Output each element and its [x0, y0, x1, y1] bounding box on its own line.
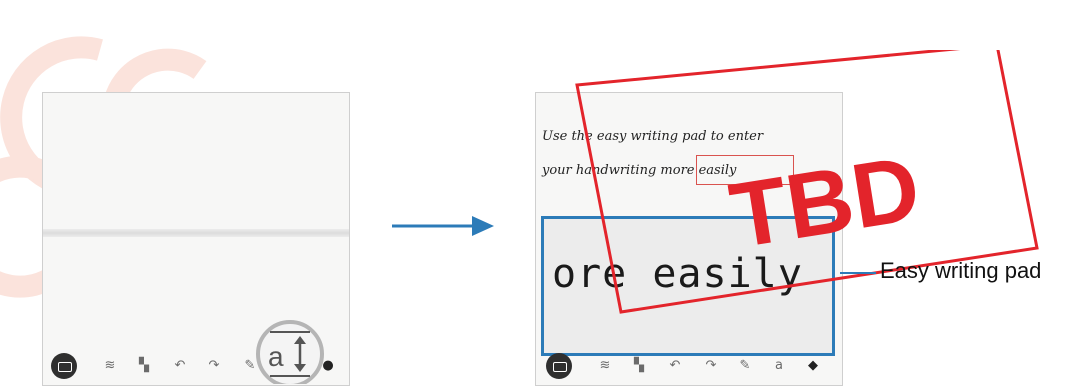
- keyboard-icon[interactable]: [546, 353, 572, 379]
- redo-icon[interactable]: ↷: [205, 357, 223, 375]
- callout-line: [840, 272, 876, 274]
- stamp-text: TBD: [724, 137, 927, 267]
- keyboard-icon[interactable]: [51, 353, 77, 379]
- svg-text:a: a: [268, 341, 284, 372]
- text-style-icon[interactable]: ≋: [101, 357, 119, 375]
- undo-icon[interactable]: ↶: [171, 357, 189, 375]
- callout-label: Easy writing pad: [880, 258, 1042, 283]
- highlighter-icon[interactable]: ▚: [135, 357, 153, 375]
- transition-arrow-icon: [392, 216, 494, 236]
- bottom-toolbar: ≋ ▚ ↶ ↷ ✎ a ◆: [536, 345, 842, 385]
- text-style-icon[interactable]: ≋: [596, 357, 614, 375]
- shapes-icon[interactable]: ◆: [804, 357, 822, 375]
- zoom-magnifier: a: [256, 320, 324, 384]
- highlighter-icon[interactable]: ▚: [630, 357, 648, 375]
- redo-icon[interactable]: ↷: [702, 357, 720, 375]
- canvas-divider: [43, 229, 349, 237]
- easy-writing-pad-icon[interactable]: a: [770, 357, 788, 375]
- pen-icon[interactable]: ✎: [736, 357, 754, 375]
- undo-icon[interactable]: ↶: [666, 357, 684, 375]
